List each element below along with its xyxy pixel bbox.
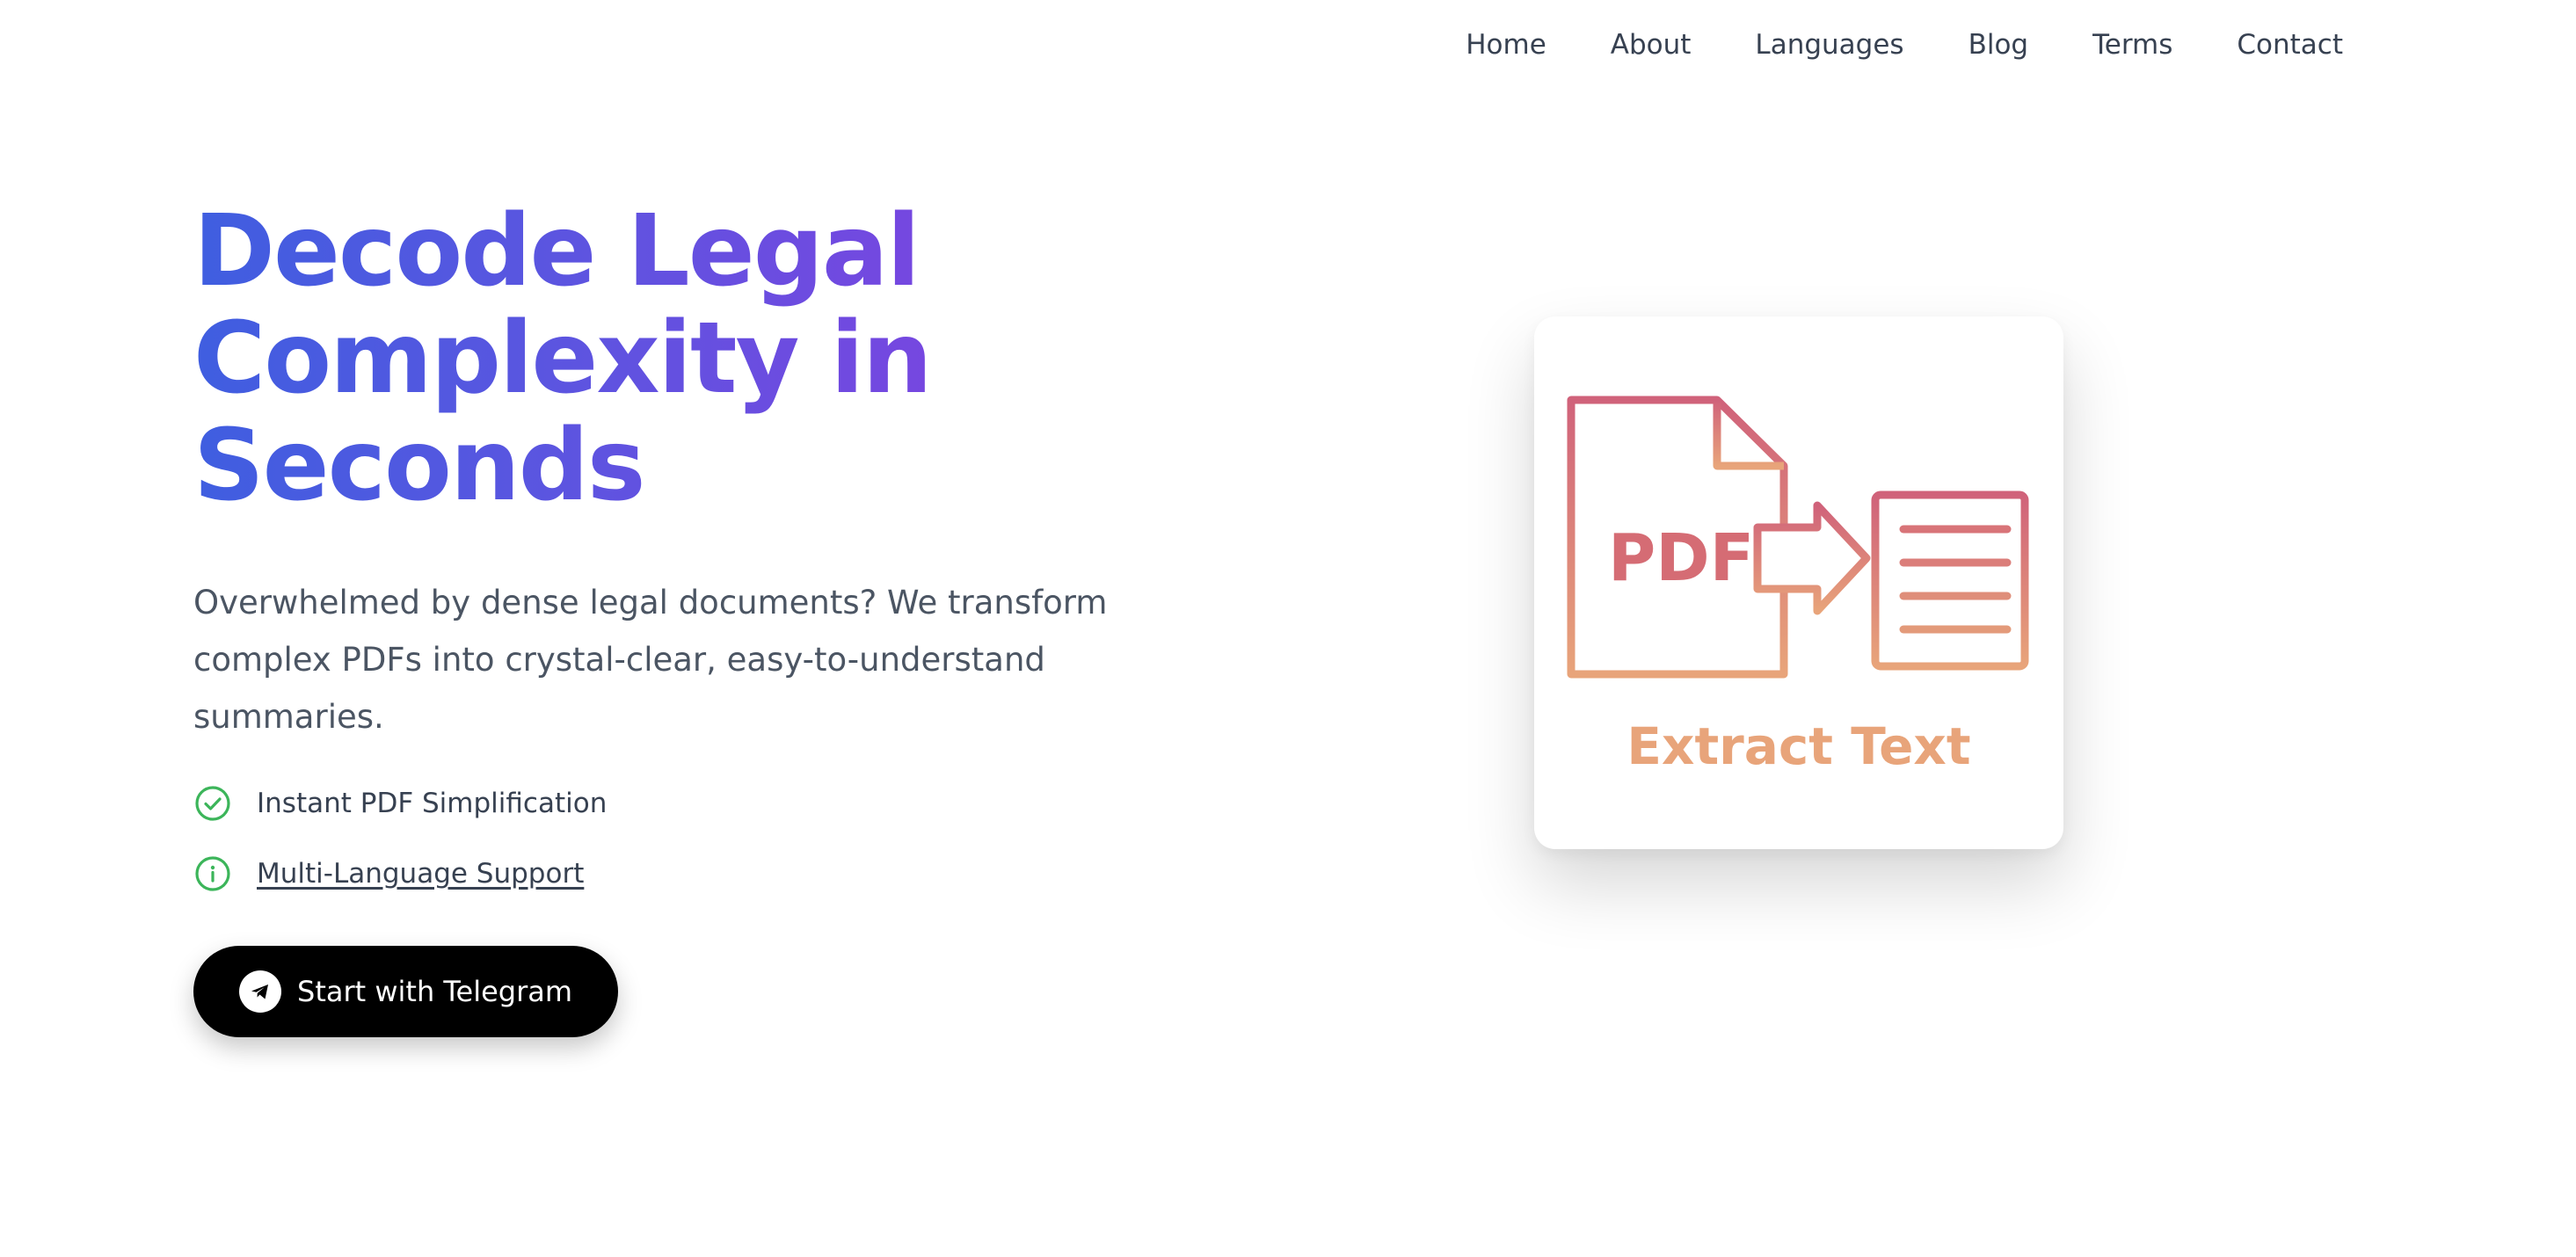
top-nav: Home About Languages Blog Terms Contact [1466,25,2343,65]
hero-headline: Decode Legal Complexity in Seconds [193,198,985,520]
feature-label: Instant PDF Simplification [257,788,608,819]
nav-about[interactable]: About [1611,25,1692,65]
nav-languages[interactable]: Languages [1755,25,1903,65]
info-circle-icon [193,854,232,893]
hero-subtitle: Overwhelmed by dense legal documents? We… [193,584,1108,736]
nav-contact[interactable]: Contact [2237,25,2343,65]
multi-language-link[interactable]: Multi-Language Support [257,858,584,890]
pdf-extract-card: PDF Extract Text [1534,316,2063,849]
feature-list: Instant PDF Simplification Multi-Languag… [193,781,1204,897]
feature-item: Instant PDF Simplification [193,781,1204,826]
pdf-label: PDF [1608,520,1754,596]
nav-home[interactable]: Home [1466,25,1546,65]
landing-page: Home About Languages Blog Terms Contact … [0,0,2576,1257]
check-circle-icon [193,784,232,823]
cta-label: Start with Telegram [297,975,573,1008]
telegram-icon [239,970,281,1013]
feature-item: Multi-Language Support [193,851,1204,897]
hero-section: Decode Legal Complexity in Seconds Overw… [193,198,1204,1037]
nav-blog[interactable]: Blog [1968,25,2029,65]
nav-terms[interactable]: Terms [2092,25,2172,65]
start-telegram-button[interactable]: Start with Telegram [193,946,619,1037]
card-caption: Extract Text [1626,716,1971,776]
